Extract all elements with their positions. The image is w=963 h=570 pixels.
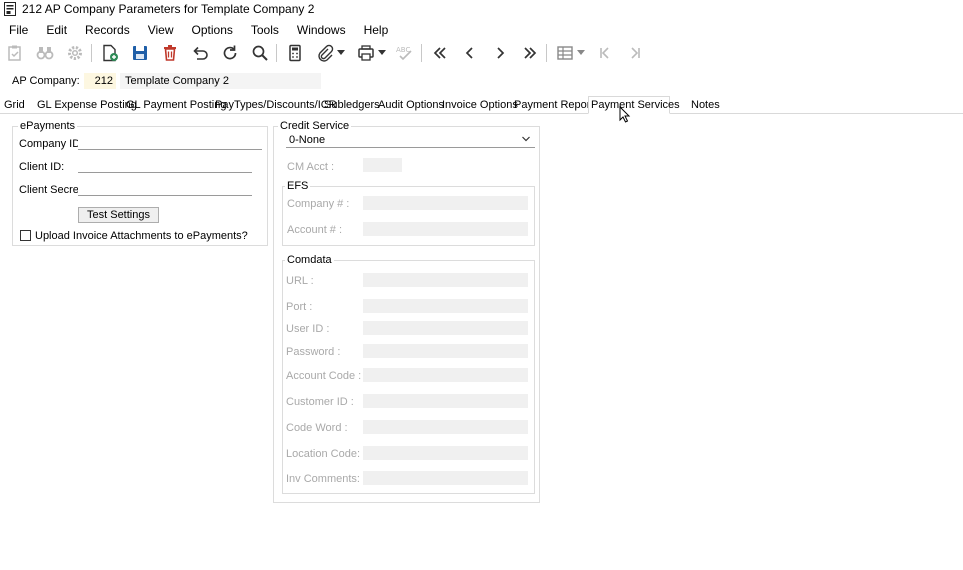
menu-tools[interactable]: Tools — [242, 20, 288, 40]
jump-first-icon[interactable] — [594, 43, 616, 63]
credit-service-title: Credit Service — [278, 120, 352, 132]
comdata-password-label: Password : — [286, 346, 341, 358]
cm-acct-input — [363, 158, 402, 172]
credit-service-selected: 0-None — [289, 134, 326, 146]
company-number-field[interactable]: 212 — [84, 73, 116, 89]
menu-file[interactable]: File — [0, 20, 37, 40]
comdata-inv-comments-label: Inv Comments: — [286, 473, 360, 485]
refresh-icon[interactable] — [219, 43, 241, 63]
toolbar-separator — [546, 44, 547, 62]
efs-company-label: Company # : — [287, 198, 350, 210]
toolbar-separator — [421, 44, 422, 62]
comdata-location-code-input — [363, 446, 528, 460]
app-icon — [4, 2, 16, 16]
comdata-location-code-label: Location Code: — [286, 448, 360, 460]
comdata-user-id-input — [363, 321, 528, 335]
chevron-down-icon[interactable] — [575, 43, 587, 63]
client-secret-input[interactable] — [78, 182, 252, 196]
comdata-password-input — [363, 344, 528, 358]
efs-title: EFS — [285, 180, 311, 192]
next-record-icon[interactable] — [489, 43, 511, 63]
search-icon[interactable] — [249, 43, 271, 63]
menu-bar: File Edit Records View Options Tools Win… — [0, 20, 397, 40]
comdata-code-word-input — [363, 420, 528, 434]
comdata-account-code-input — [363, 368, 528, 382]
tab-strip: Grid GL Expense Posting GL Payment Posti… — [0, 96, 963, 114]
client-secret-label: Client Secret: — [19, 184, 86, 196]
comdata-inv-comments-input — [363, 471, 528, 485]
tab-invoice-options[interactable]: Invoice Options — [440, 97, 520, 114]
toolbar-separator — [91, 44, 92, 62]
efs-account-input — [363, 222, 528, 236]
company-id-label: Company ID: — [19, 138, 84, 150]
last-record-icon[interactable] — [519, 43, 541, 63]
client-id-label: Client ID: — [19, 161, 65, 173]
clipboard-check-icon[interactable] — [4, 43, 26, 63]
comdata-port-label: Port : — [286, 301, 313, 313]
comdata-customer-id-input — [363, 394, 528, 408]
client-id-input[interactable] — [78, 159, 252, 173]
efs-company-input — [363, 196, 528, 210]
cm-acct-label: CM Acct : — [287, 161, 335, 173]
settings-gear-icon[interactable] — [64, 43, 86, 63]
efs-account-label: Account # : — [287, 224, 343, 236]
new-document-icon[interactable] — [99, 43, 121, 63]
comdata-title: Comdata — [285, 254, 334, 266]
binoculars-icon[interactable] — [34, 43, 56, 63]
window-title: 212 AP Company Parameters for Template C… — [22, 2, 315, 16]
tab-audit-options[interactable]: Audit Options — [376, 97, 446, 114]
upload-attachments-checkbox[interactable] — [20, 230, 31, 241]
comdata-port-input — [363, 299, 528, 313]
tab-paytypes[interactable]: PayTypes/Discounts/ICR — [213, 97, 339, 114]
delete-trash-icon[interactable] — [159, 43, 181, 63]
attachment-paperclip-icon[interactable] — [314, 43, 336, 63]
jump-last-icon[interactable] — [624, 43, 646, 63]
previous-record-icon[interactable] — [459, 43, 481, 63]
menu-records[interactable]: Records — [76, 20, 139, 40]
tab-grid[interactable]: Grid — [2, 97, 27, 114]
spellcheck-icon[interactable]: ABC — [394, 43, 416, 63]
chevron-down-icon[interactable] — [335, 43, 347, 63]
menu-help[interactable]: Help — [355, 20, 398, 40]
comdata-customer-id-label: Customer ID : — [286, 396, 354, 408]
comdata-account-code-label: Account Code : — [286, 370, 362, 382]
epayments-title: ePayments — [18, 120, 78, 132]
print-icon[interactable] — [355, 43, 377, 63]
undo-icon[interactable] — [189, 43, 211, 63]
title-bar: 212 AP Company Parameters for Template C… — [0, 0, 963, 18]
upload-attachments-label: Upload Invoice Attachments to ePayments? — [35, 230, 248, 242]
credit-service-select[interactable]: 0-None — [286, 133, 535, 148]
toolbar: ABC — [0, 40, 963, 66]
tab-notes[interactable]: Notes — [689, 97, 722, 114]
efs-group — [282, 186, 535, 246]
test-settings-button[interactable]: Test Settings — [78, 207, 159, 223]
comdata-user-id-label: User ID : — [286, 323, 330, 335]
tab-subledgers[interactable]: Subledgers — [322, 97, 382, 114]
menu-options[interactable]: Options — [183, 20, 242, 40]
comdata-url-label: URL : — [286, 275, 314, 287]
chevron-down-icon[interactable] — [376, 43, 388, 63]
toolbar-separator — [276, 44, 277, 62]
menu-windows[interactable]: Windows — [288, 20, 355, 40]
menu-edit[interactable]: Edit — [37, 20, 76, 40]
save-icon[interactable] — [129, 43, 151, 63]
menu-view[interactable]: View — [139, 20, 183, 40]
first-record-icon[interactable] — [429, 43, 451, 63]
company-id-input[interactable] — [78, 136, 262, 150]
chevron-down-icon — [522, 136, 530, 142]
calculator-icon[interactable] — [284, 43, 306, 63]
grid-layout-icon[interactable] — [554, 43, 576, 63]
mouse-cursor-icon — [619, 106, 631, 123]
company-name-field: Template Company 2 — [120, 73, 321, 89]
company-label: AP Company: — [12, 75, 80, 87]
company-row: AP Company: 212 Template Company 2 — [0, 72, 963, 90]
comdata-code-word-label: Code Word : — [286, 422, 348, 434]
comdata-url-input — [363, 273, 528, 287]
